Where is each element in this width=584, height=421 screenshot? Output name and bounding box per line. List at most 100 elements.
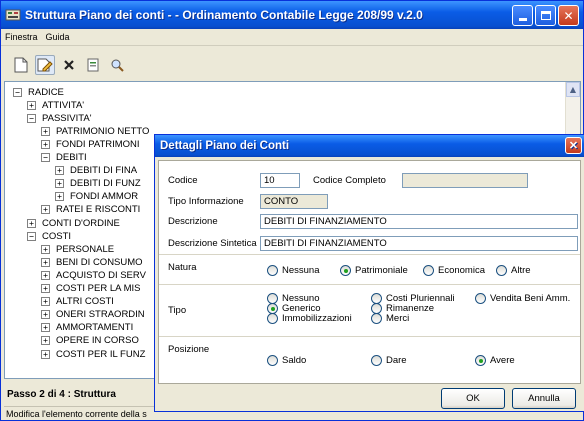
expand-icon[interactable]: + — [41, 323, 50, 333]
tipo-label: Tipo — [168, 305, 187, 316]
maximize-icon — [540, 11, 551, 20]
collapse-icon[interactable]: − — [13, 87, 22, 97]
radio-icon — [267, 265, 278, 276]
details-dialog: Dettagli Piano dei Conti ✕ Codice 10 Cod… — [154, 134, 584, 412]
tree-node-label: COSTI — [42, 230, 72, 242]
tree-node-label: ONERI STRAORDIN — [56, 309, 145, 321]
minimize-button[interactable] — [512, 5, 533, 26]
expand-icon[interactable]: + — [41, 284, 50, 293]
properties-icon[interactable] — [83, 55, 103, 75]
natura-nessuna-radio[interactable]: Nessuna — [267, 265, 320, 276]
tree-node[interactable]: − PASSIVITA' — [27, 112, 92, 124]
natura-altre-radio[interactable]: Altre — [496, 265, 531, 276]
expand-icon[interactable]: + — [41, 257, 50, 267]
expand-icon[interactable]: + — [55, 179, 64, 189]
tree-node[interactable]: + DEBITI DI FINA — [55, 165, 137, 177]
descrizione-sintetica-field[interactable]: DEBITI DI FINANZIAMENTO — [260, 236, 578, 251]
radio-icon — [267, 355, 278, 366]
tree-node-label: DEBITI DI FINA — [70, 165, 138, 177]
tree-node[interactable]: + ATTIVITA' — [27, 99, 84, 111]
tree-node[interactable]: − DEBITI — [41, 152, 87, 164]
tree-node[interactable]: + AMMORTAMENTI — [41, 322, 133, 334]
radio-label: Patrimoniale — [355, 265, 408, 276]
tree-node[interactable]: + DEBITI DI FUNZ — [55, 178, 141, 190]
expand-icon[interactable]: + — [41, 336, 50, 346]
dialog-close-button[interactable]: ✕ — [565, 137, 582, 154]
collapse-icon[interactable]: − — [41, 153, 50, 162]
radio-checked-icon — [475, 355, 486, 366]
descrizione-label: Descrizione — [168, 216, 218, 227]
dialog-title-bar[interactable]: Dettagli Piano dei Conti ✕ — [155, 135, 584, 157]
tree-node[interactable]: + RATEI E RISCONTI — [41, 204, 140, 216]
tree-node[interactable]: + PATRIMONIO NETTO — [41, 125, 149, 137]
tree-node[interactable]: + OPERE IN CORSO — [41, 335, 139, 347]
expand-icon[interactable]: + — [41, 244, 50, 254]
app-icon — [5, 8, 21, 22]
expand-icon[interactable]: + — [41, 270, 50, 280]
dialog-body: Codice 10 Codice Completo Tipo Informazi… — [158, 160, 581, 384]
collapse-icon[interactable]: − — [27, 231, 36, 241]
toolbar — [5, 52, 127, 78]
posizione-avere-radio[interactable]: Avere — [475, 355, 515, 366]
tree-node[interactable]: + ALTRI COSTI — [41, 296, 114, 308]
descrizione-field[interactable]: DEBITI DI FINANZIAMENTO — [260, 214, 578, 229]
radio-label: Immobilizzazioni — [282, 313, 352, 324]
scroll-up-icon[interactable]: ▲ — [566, 82, 580, 97]
tree-node-label: DEBITI — [56, 152, 87, 163]
expand-icon[interactable]: + — [55, 166, 64, 176]
tipo-merci-radio[interactable]: Merci — [371, 313, 409, 324]
maximize-button[interactable] — [535, 5, 556, 26]
tree-node[interactable]: + PERSONALE — [41, 243, 114, 255]
tree-node[interactable]: − COSTI — [27, 230, 71, 242]
radio-icon — [496, 265, 507, 276]
tree-node[interactable]: − RADICE — [13, 86, 64, 98]
title-bar[interactable]: Struttura Piano dei conti - - Ordinament… — [1, 1, 583, 29]
radio-label: Dare — [386, 355, 407, 366]
close-button[interactable]: ✕ — [558, 5, 579, 26]
tree-node[interactable]: + FONDI PATRIMONI — [41, 138, 140, 150]
expand-icon[interactable]: + — [27, 218, 36, 228]
posizione-dare-radio[interactable]: Dare — [371, 355, 407, 366]
tree-node-label: BENI DI CONSUMO — [56, 256, 143, 268]
delete-icon[interactable] — [59, 55, 79, 75]
expand-icon[interactable]: + — [41, 349, 50, 359]
expand-icon[interactable]: + — [41, 205, 50, 215]
expand-icon[interactable]: + — [55, 192, 64, 202]
cancel-button[interactable]: Annulla — [512, 388, 576, 409]
tree-node-label: RATEI E RISCONTI — [56, 204, 141, 216]
step-label: Passo 2 di 4 : Struttura — [7, 389, 116, 400]
tree-node-label: OPERE IN CORSO — [56, 335, 139, 347]
natura-patrimoniale-radio[interactable]: Patrimoniale — [340, 265, 408, 276]
expand-icon[interactable]: + — [27, 100, 36, 110]
codice-field[interactable]: 10 — [260, 173, 300, 188]
separator — [159, 254, 580, 255]
tree-node[interactable]: + FONDI AMMOR — [55, 191, 138, 203]
menu-guida[interactable]: Guida — [46, 32, 70, 42]
tree-node[interactable]: + ONERI STRAORDIN — [41, 309, 145, 321]
tree-node-label: FONDI PATRIMONI — [56, 138, 140, 150]
dialog-title: Dettagli Piano dei Conti — [160, 140, 290, 152]
ok-button[interactable]: OK — [441, 388, 505, 409]
expand-icon[interactable]: + — [41, 297, 50, 307]
expand-icon[interactable]: + — [41, 310, 50, 320]
search-icon[interactable] — [107, 55, 127, 75]
posizione-saldo-radio[interactable]: Saldo — [267, 355, 306, 366]
edit-icon[interactable] — [35, 55, 55, 75]
new-document-icon[interactable] — [11, 55, 31, 75]
tree-node[interactable]: + BENI DI CONSUMO — [41, 256, 143, 268]
tree-node-label: DEBITI DI FUNZ — [70, 178, 141, 190]
tree-node[interactable]: + COSTI PER LA MIS — [41, 283, 140, 295]
tree-node[interactable]: + CONTI D'ORDINE — [27, 217, 120, 229]
tipo-immobilizzazioni-radio[interactable]: Immobilizzazioni — [267, 313, 352, 324]
close-icon: ✕ — [568, 140, 579, 152]
menu-finestra[interactable]: Finestra — [5, 32, 38, 42]
collapse-icon[interactable]: − — [27, 113, 36, 123]
tree-node-label: PASSIVITA' — [42, 112, 92, 124]
expand-icon[interactable]: + — [41, 126, 50, 136]
expand-icon[interactable]: + — [41, 139, 50, 149]
tipo-vendita-beni-radio[interactable]: Vendita Beni Amm. — [475, 293, 570, 304]
tree-node[interactable]: + ACQUISTO DI SERV — [41, 269, 146, 281]
natura-economica-radio[interactable]: Economica — [423, 265, 485, 276]
minimize-icon — [518, 17, 527, 21]
tree-node[interactable]: + COSTI PER IL FUNZ — [41, 348, 145, 360]
